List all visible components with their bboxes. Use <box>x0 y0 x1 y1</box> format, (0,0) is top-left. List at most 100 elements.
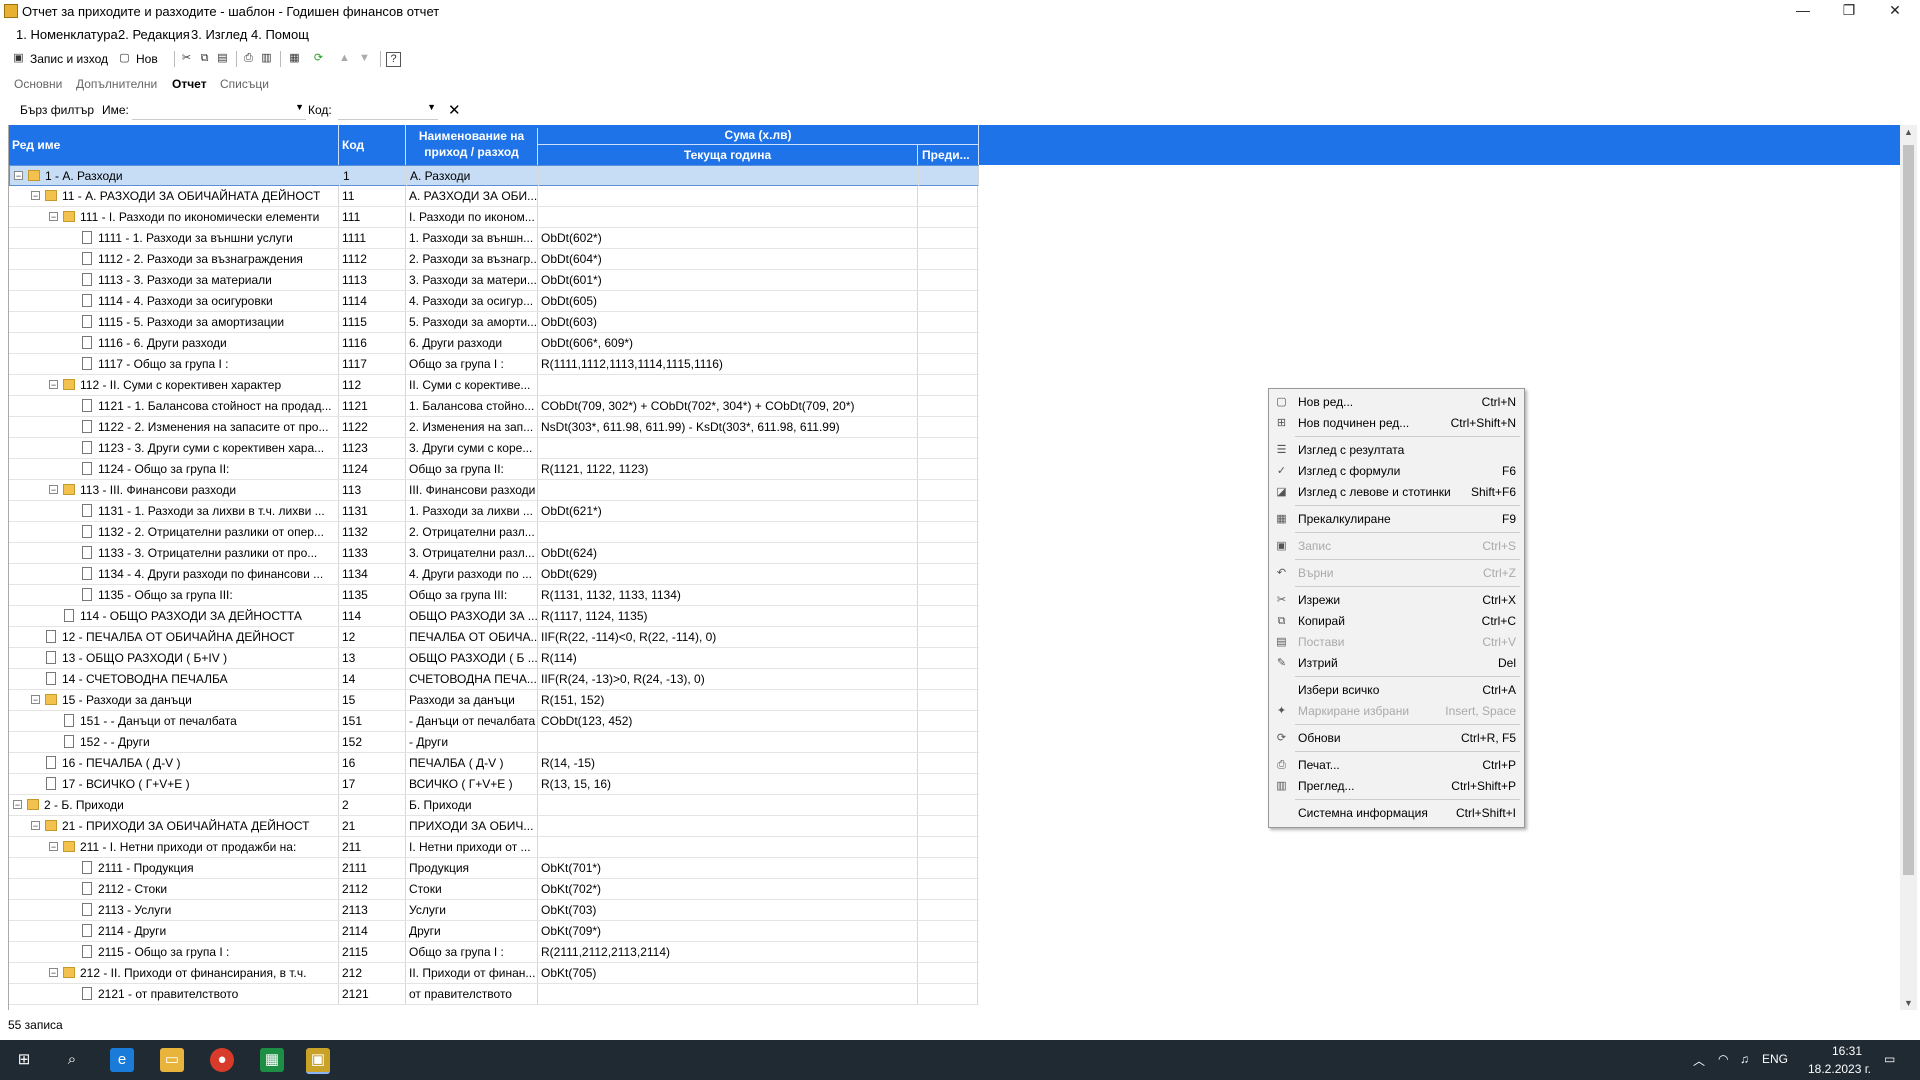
header-name[interactable]: Наименование на приход / разход <box>406 128 538 165</box>
cell-formula[interactable]: ObDt(624) <box>538 543 918 563</box>
cell-name[interactable]: I. Нетни приходи от ... <box>406 837 538 857</box>
table-row[interactable]: 12 - ПЕЧАЛБА ОТ ОБИЧАЙНА ДЕЙНОСТ 12 ПЕЧАЛБ… <box>9 627 979 648</box>
scroll-up-icon[interactable]: ▲ <box>1904 127 1913 137</box>
cell-formula[interactable]: ObDt(605) <box>538 291 918 311</box>
cell-row-name[interactable]: − 1 - А. Разходи <box>10 166 340 186</box>
cell-name[interactable]: Продукция <box>406 858 538 878</box>
cell-code[interactable]: 1132 <box>339 522 406 542</box>
cell-row-name[interactable]: 1122 - 2. Изменения на запасите от про..… <box>9 417 339 437</box>
cell-row-name[interactable]: 1132 - 2. Отрицателни разлики от опер... <box>9 522 339 542</box>
table-row[interactable]: 1133 - 3. Отрицателни разлики от про... 1… <box>9 543 979 564</box>
cell-name[interactable]: ОБЩО РАЗХОДИ ЗА ... <box>406 606 538 626</box>
cell-code[interactable]: 2111 <box>339 858 406 878</box>
table-row[interactable]: − 112 - II. Суми с корективен характер 112… <box>9 375 979 396</box>
cell-formula[interactable]: IIF(R(24, -13)>0, R(24, -13), 0) <box>538 669 918 689</box>
cell-formula[interactable]: R(2111,2112,2113,2114) <box>538 942 918 962</box>
cell-formula[interactable] <box>538 375 918 395</box>
cell-previous[interactable] <box>918 228 978 248</box>
cell-name[interactable]: Общо за група I : <box>406 354 538 374</box>
cell-previous[interactable] <box>918 732 978 752</box>
cell-row-name[interactable]: − 212 - II. Приходи от финансирания, в т.… <box>9 963 339 983</box>
cell-row-name[interactable]: 17 - ВСИЧКО ( Г+V+Е ) <box>9 774 339 794</box>
table-row[interactable]: 152 - - Други 152 - Други <box>9 732 979 753</box>
cell-formula[interactable] <box>538 816 918 836</box>
table-row[interactable]: 2115 - Общо за група I : 2115 Общо за гру… <box>9 942 979 963</box>
cell-row-name[interactable]: 1135 - Общо за група III: <box>9 585 339 605</box>
table-row[interactable]: − 212 - II. Приходи от финансирания, в т.… <box>9 963 979 984</box>
cell-formula[interactable] <box>538 522 918 542</box>
cell-row-name[interactable]: 1121 - 1. Балансова стойност на продад..… <box>9 396 339 416</box>
cell-formula[interactable] <box>538 438 918 458</box>
table-row[interactable]: 2113 - Услуги 2113 Услуги ObKt(703) <box>9 900 979 921</box>
refresh-icon[interactable]: ⟳ <box>312 52 325 65</box>
help-icon[interactable]: ? <box>386 52 401 67</box>
cell-code[interactable]: 1113 <box>339 270 406 290</box>
table-row[interactable]: − 15 - Разходи за данъци 15 Разходи за данъ… <box>9 690 979 711</box>
table-row[interactable]: 1123 - 3. Други суми с корективен хара..… <box>9 438 979 459</box>
cell-name[interactable]: А. Разходи <box>407 166 539 186</box>
table-row[interactable]: 13 - ОБЩО РАЗХОДИ ( Б+IV ) 13 ОБЩО РАЗХОДИ… <box>9 648 979 669</box>
move-down-icon[interactable]: ▼ <box>358 52 371 65</box>
cell-previous[interactable] <box>918 669 978 689</box>
cell-row-name[interactable]: 14 - СЧЕТОВОДНА ПЕЧАЛБА <box>9 669 339 689</box>
cell-previous[interactable] <box>918 837 978 857</box>
context-menu-item[interactable]: Избери всичко Ctrl+A <box>1269 680 1524 701</box>
context-menu-item[interactable]: ✓ Изглед с формули F6 <box>1269 461 1524 482</box>
spreadsheet-app-icon[interactable]: ▦ <box>260 1048 284 1072</box>
collapse-icon[interactable]: − <box>49 485 58 495</box>
table-row[interactable]: 1117 - Общо за група I : 1117 Общо за груп… <box>9 354 979 375</box>
language-indicator[interactable]: ENG <box>1762 1052 1788 1066</box>
table-row[interactable]: − 21 - ПРИХОДИ ЗА ОБИЧАЙНАТА ДЕЙНОСТ 21 ПРИ… <box>9 816 979 837</box>
cell-previous[interactable] <box>918 627 978 647</box>
cell-previous[interactable] <box>918 333 978 353</box>
cell-previous[interactable] <box>918 648 978 668</box>
cell-code[interactable]: 151 <box>339 711 406 731</box>
cell-name[interactable]: Б. Приходи <box>406 795 538 815</box>
cell-formula[interactable]: CObDt(123, 452) <box>538 711 918 731</box>
collapse-icon[interactable]: − <box>31 191 40 201</box>
context-menu-item[interactable]: ▤ Постави Ctrl+V <box>1269 632 1524 653</box>
cell-previous[interactable] <box>918 207 978 227</box>
cell-code[interactable]: 112 <box>339 375 406 395</box>
header-previous-year[interactable]: Преди... <box>918 145 979 165</box>
cell-row-name[interactable]: − 113 - III. Финансови разходи <box>9 480 339 500</box>
table-row[interactable]: 1114 - 4. Разходи за осигуровки 1114 4. Ра… <box>9 291 979 312</box>
cell-formula[interactable]: R(13, 15, 16) <box>538 774 918 794</box>
cell-formula[interactable]: R(1111,1112,1113,1114,1115,1116) <box>538 354 918 374</box>
cell-row-name[interactable]: − 111 - I. Разходи по икономически елемен… <box>9 207 339 227</box>
cell-previous[interactable] <box>918 606 978 626</box>
cell-row-name[interactable]: − 11 - А. РАЗХОДИ ЗА ОБИЧАЙНАТА ДЕЙНОСТ <box>9 186 339 206</box>
cell-formula[interactable]: R(151, 152) <box>538 690 918 710</box>
table-row[interactable]: 1115 - 5. Разходи за амортизации 1115 5. Р… <box>9 312 979 333</box>
table-row[interactable]: 1111 - 1. Разходи за външни услуги 1111 1.… <box>9 228 979 249</box>
cell-row-name[interactable]: 114 - ОБЩО РАЗХОДИ ЗА ДЕЙНОСТТА <box>9 606 339 626</box>
collapse-icon[interactable]: − <box>49 968 58 978</box>
cell-formula[interactable]: ObDt(621*) <box>538 501 918 521</box>
cell-row-name[interactable]: 1112 - 2. Разходи за възнаграждения <box>9 249 339 269</box>
cell-code[interactable]: 17 <box>339 774 406 794</box>
code-filter-input[interactable]: ▼ <box>338 101 438 120</box>
table-row[interactable]: 1124 - Общо за група II: 1124 Общо за груп… <box>9 459 979 480</box>
context-menu-item[interactable]: ☰ Изглед с резултата <box>1269 440 1524 461</box>
table-row[interactable]: 1131 - 1. Разходи за лихви в т.ч. лихви … <box>9 501 979 522</box>
cell-name[interactable]: ПЕЧАЛБА ( Д-V ) <box>406 753 538 773</box>
menu-nomenclature[interactable]: 1. Номенклатура <box>16 27 118 42</box>
context-menu-item[interactable]: ⟳ Обнови Ctrl+R, F5 <box>1269 728 1524 749</box>
table-row[interactable]: 1116 - 6. Други разходи 1116 6. Други разх… <box>9 333 979 354</box>
cell-previous[interactable] <box>918 984 978 1004</box>
cell-previous[interactable] <box>918 375 978 395</box>
cell-code[interactable]: 1112 <box>339 249 406 269</box>
cell-previous[interactable] <box>918 291 978 311</box>
cell-code[interactable]: 113 <box>339 480 406 500</box>
table-row[interactable]: 1112 - 2. Разходи за възнаграждения 1112 2… <box>9 249 979 270</box>
cell-previous[interactable] <box>918 900 978 920</box>
cell-formula[interactable]: ObDt(604*) <box>538 249 918 269</box>
cell-code[interactable]: 14 <box>339 669 406 689</box>
cell-name[interactable]: ОБЩО РАЗХОДИ ( Б ... <box>406 648 538 668</box>
cell-code[interactable]: 1135 <box>339 585 406 605</box>
cell-formula[interactable]: ObKt(709*) <box>538 921 918 941</box>
cell-previous[interactable] <box>918 354 978 374</box>
cell-previous[interactable] <box>918 963 978 983</box>
edge-browser-icon[interactable]: e <box>110 1048 134 1072</box>
cell-previous[interactable] <box>918 879 978 899</box>
